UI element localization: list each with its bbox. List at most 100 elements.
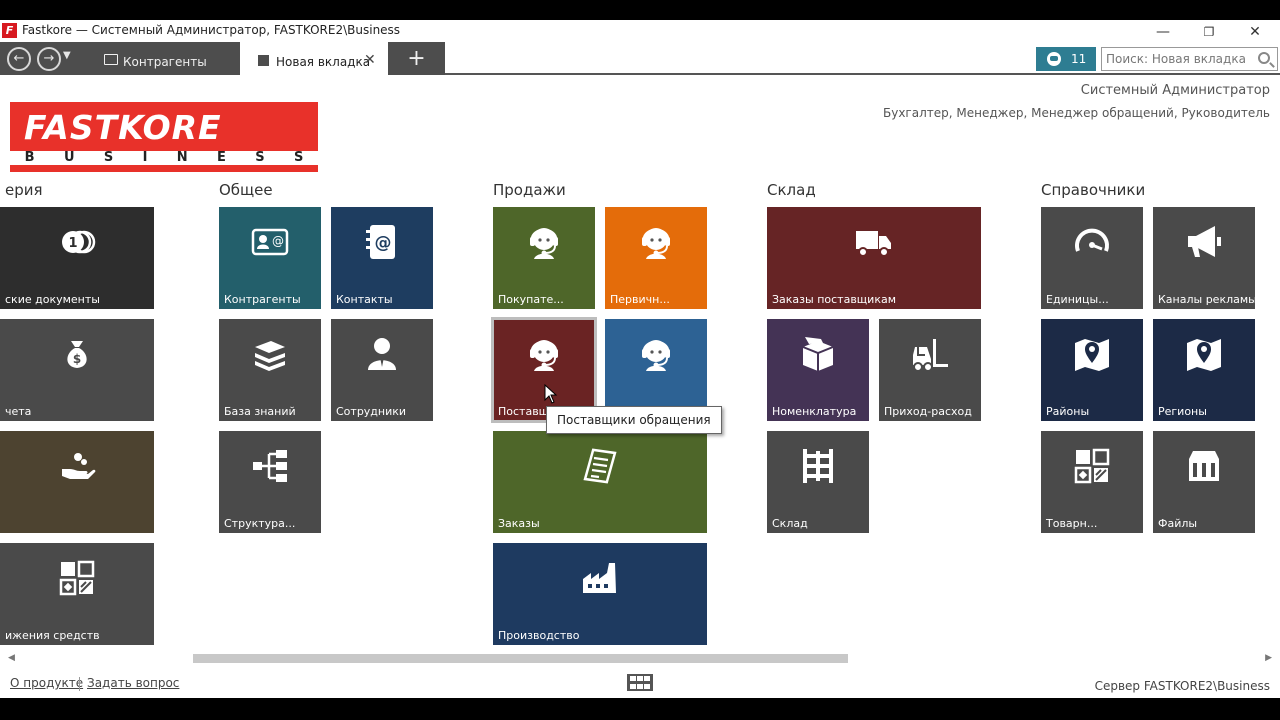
- coins-icon: 1: [62, 230, 96, 253]
- tile[interactable]: Структура...: [219, 431, 321, 533]
- operator-icon: [1047, 52, 1061, 66]
- about-link[interactable]: О продукте: [10, 676, 83, 690]
- svg-text:@: @: [272, 234, 284, 248]
- horizontal-scrollbar[interactable]: ◀ ▶: [0, 652, 1280, 666]
- tile[interactable]: База знаний: [219, 319, 321, 421]
- address-book-icon: @: [366, 224, 395, 259]
- org-structure-icon: [253, 449, 287, 482]
- tile-label: Приход-расход: [884, 405, 972, 418]
- tile[interactable]: [0, 431, 154, 533]
- scroll-left-icon[interactable]: ◀: [8, 653, 15, 663]
- bottom-black-bar: [0, 698, 1280, 720]
- tile[interactable]: Покупате...: [493, 207, 595, 309]
- tile[interactable]: Регионы: [1153, 319, 1255, 421]
- tile[interactable]: Приход-расход: [879, 319, 981, 421]
- tile-label: ижения средств: [5, 629, 100, 642]
- group-title: Справочники: [1041, 181, 1146, 199]
- scroll-right-icon[interactable]: ▶: [1265, 653, 1272, 663]
- tile[interactable]: Единицы...: [1041, 207, 1143, 309]
- tile[interactable]: Производство: [493, 543, 707, 645]
- brand-logo: FASTKORE B U S I N E S S: [10, 102, 318, 172]
- brand-sub-letter: I: [142, 150, 148, 165]
- notifications-button[interactable]: 11: [1036, 47, 1096, 71]
- tile-label: Сотрудники: [336, 405, 407, 418]
- shelving-icon: [803, 448, 833, 483]
- tile-label: Контакты: [336, 293, 393, 306]
- user-name: Системный Администратор: [1080, 83, 1270, 98]
- search-icon[interactable]: [1258, 52, 1270, 64]
- map-pin-icon: [1187, 338, 1221, 371]
- tab-strip: ← → ▼ Контрагенты Новая вкладка ✕ +: [0, 42, 445, 75]
- tab-bar: ← → ▼ Контрагенты Новая вкладка ✕ + 11: [0, 42, 1280, 75]
- money-bag-icon: $: [67, 340, 87, 368]
- tile[interactable]: Районы: [1041, 319, 1143, 421]
- tile[interactable]: 1 ские документы: [0, 207, 154, 309]
- restore-button[interactable]: ❐: [1186, 20, 1232, 42]
- user-roles: Бухгалтер, Менеджер, Менеджер обращений,…: [883, 106, 1270, 120]
- tile[interactable]: @ Контрагенты: [219, 207, 321, 309]
- brand-main-text: FASTKORE: [24, 108, 222, 147]
- brand-sub-letter: S: [255, 150, 265, 165]
- close-tab-icon[interactable]: ✕: [364, 52, 376, 68]
- tooltip: Поставщики обращения: [546, 406, 722, 434]
- tile[interactable]: Каналы рекламы: [1153, 207, 1255, 309]
- tile-label: Заказы: [498, 517, 540, 530]
- search-input[interactable]: [1102, 48, 1252, 70]
- megaphone-icon: [1188, 225, 1221, 257]
- tile-label: Первичн...: [610, 293, 670, 306]
- tile-label: Файлы: [1158, 517, 1198, 530]
- tile[interactable]: Склад: [767, 431, 869, 533]
- brand-sub-letter: B: [24, 150, 35, 165]
- forward-button[interactable]: →: [37, 47, 61, 71]
- tile[interactable]: ижения средств: [0, 543, 154, 645]
- group-title: Общее: [219, 181, 273, 199]
- group-title: Склад: [767, 181, 816, 199]
- back-button[interactable]: ←: [7, 47, 31, 71]
- ask-question-link[interactable]: Задать вопрос: [87, 676, 179, 690]
- tab-label: Контрагенты: [123, 55, 207, 69]
- tab-kontragenty[interactable]: Контрагенты: [100, 42, 238, 75]
- contact-card-icon: [104, 54, 118, 65]
- close-button[interactable]: ✕: [1232, 20, 1278, 42]
- group-title: Продажи: [493, 181, 566, 199]
- tile[interactable]: Товарн...: [1041, 431, 1143, 533]
- tile[interactable]: Заказы: [493, 431, 707, 533]
- map-pin-icon: [1075, 338, 1109, 371]
- tile[interactable]: Номенклатура: [767, 319, 869, 421]
- tile-label: Покупате...: [498, 293, 564, 306]
- headset-operator-icon: [530, 227, 558, 259]
- history-dropdown-icon[interactable]: ▼: [63, 50, 71, 61]
- tile[interactable]: Сотрудники: [331, 319, 433, 421]
- tile-label: Регионы: [1158, 405, 1207, 418]
- tile-label: ские документы: [5, 293, 100, 306]
- tile-label: Структура...: [224, 517, 296, 530]
- tab-new-tab[interactable]: Новая вкладка ✕: [240, 42, 388, 75]
- hand-coin-icon: [62, 452, 96, 479]
- add-tab-button[interactable]: +: [388, 42, 445, 75]
- widgets-icon: [59, 560, 95, 595]
- tile[interactable]: Файлы: [1153, 431, 1255, 533]
- notifications-count: 11: [1071, 52, 1087, 66]
- scrollbar-thumb[interactable]: [193, 654, 848, 663]
- tile[interactable]: $ чета: [0, 319, 154, 421]
- tile[interactable]: @ Контакты: [331, 207, 433, 309]
- tile[interactable]: Заказы поставщикам: [767, 207, 981, 309]
- grid-view-icon[interactable]: [627, 674, 653, 691]
- box-icon: [802, 336, 834, 371]
- tab-square-icon: [258, 55, 269, 66]
- truck-icon: [856, 230, 891, 257]
- tile-label: Районы: [1046, 405, 1090, 418]
- app-logo-icon: F: [2, 23, 17, 38]
- title-bar: F Fastkore — Системный Администратор, FA…: [0, 20, 1280, 42]
- factory-icon: [583, 562, 616, 593]
- group-title: ерия: [5, 181, 43, 199]
- contact-card-icon: @: [251, 228, 289, 255]
- tile[interactable]: Первичн...: [605, 207, 707, 309]
- brand-sub-letter: S: [293, 150, 304, 165]
- minimize-button[interactable]: —: [1140, 20, 1186, 42]
- tile-label: Каналы рекламы: [1158, 293, 1255, 306]
- brand-sub-letter: S: [103, 150, 114, 165]
- person-icon: [368, 337, 396, 370]
- footer-separator: [79, 677, 80, 691]
- headset-operator-icon: [530, 339, 558, 371]
